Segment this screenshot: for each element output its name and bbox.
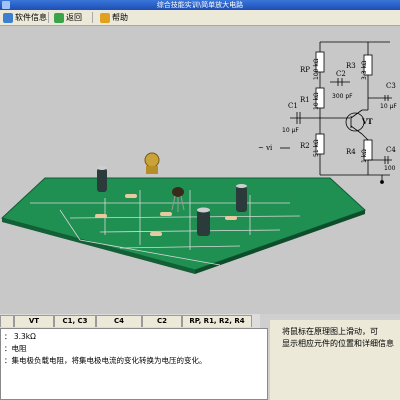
component-info-panel: ： 3.3kΩ ：电阻 ：集电极负载电阻，将集电极电流的变化转换为电压的变化。	[0, 328, 268, 400]
value-c3: 10 μF	[380, 103, 397, 110]
value-c2: 300 pF	[332, 93, 353, 100]
component-c1[interactable]	[97, 166, 107, 192]
toolbar: 软件信息 返回 帮助	[0, 10, 400, 26]
label-c3: C3	[386, 82, 396, 90]
component-c3[interactable]	[236, 184, 247, 212]
simulation-stage: RP R1 R2 R3 R4 C1 C2 C3 C4 VT ~ vi 100 k…	[0, 26, 400, 314]
title-bar: 综合技能实训\简单放大电路	[0, 0, 400, 10]
label-r2: R2	[300, 142, 310, 150]
tab-c1-c3[interactable]: C1, C3	[54, 315, 96, 327]
info-type: ：电阻	[4, 344, 27, 353]
toolbar-separator	[48, 12, 49, 23]
component-tabs: VT C1, C3 C4 C2 RP, R1, R2, R4	[0, 314, 260, 328]
label-c4: C4	[386, 146, 396, 154]
info-value: ： 3.3kΩ	[4, 332, 36, 341]
help-icon	[100, 12, 110, 23]
hint-line-2: 显示相应元件的位置和详细信息	[282, 339, 394, 348]
value-r3: 3.3 kΩ	[361, 60, 368, 80]
back-label: 返回	[66, 13, 82, 22]
tab-current[interactable]	[0, 315, 14, 327]
hint-panel: 将鼠标在原理图上滑动，可 显示相应元件的位置和详细信息	[270, 320, 400, 400]
tab-c4[interactable]: C4	[96, 315, 142, 327]
window-title: 综合技能实训\简单放大电路	[156, 1, 244, 9]
label-vi: ~ vi	[258, 144, 273, 152]
schematic-diagram[interactable]	[280, 41, 392, 184]
label-rp: RP	[300, 66, 310, 74]
value-r2: 51 kΩ	[313, 139, 320, 157]
value-rp: 100 kΩ	[313, 58, 320, 80]
value-r1: 10 kΩ	[313, 92, 320, 110]
label-r1: R1	[300, 96, 310, 104]
help-label: 帮助	[112, 13, 128, 22]
component-c4[interactable]	[197, 207, 210, 237]
stage-canvas: RP R1 R2 R3 R4 C1 C2 C3 C4 VT ~ vi 100 k…	[0, 41, 397, 274]
label-r3: R3	[346, 62, 356, 70]
label-vt: VT	[361, 117, 373, 126]
hint-line-1: 将鼠标在原理图上滑动，可	[282, 327, 378, 336]
toolbar-separator	[92, 12, 93, 23]
component-rp-potentiometer[interactable]	[144, 152, 160, 174]
help-button[interactable]: 帮助	[100, 11, 128, 24]
info-icon	[3, 12, 13, 23]
tab-vt[interactable]: VT	[14, 315, 54, 327]
value-c1: 10 μF	[282, 127, 299, 134]
app-icon	[2, 1, 10, 9]
tab-c2[interactable]: C2	[142, 315, 182, 327]
back-button[interactable]: 返回	[54, 11, 82, 24]
software-info-label: 软件信息	[15, 13, 47, 22]
back-arrow-icon	[54, 12, 64, 23]
value-r4: 1 kΩ	[361, 149, 368, 163]
label-c1: C1	[288, 102, 298, 110]
label-r4: R4	[346, 148, 356, 156]
software-info-button[interactable]: 软件信息	[3, 11, 47, 24]
value-c4: 100	[384, 165, 396, 172]
label-c2: C2	[336, 70, 346, 78]
tab-rp-r1-r2-r4[interactable]: RP, R1, R2, R4	[182, 315, 252, 327]
info-description: ：集电极负载电阻，将集电极电流的变化转换为电压的变化。	[4, 356, 207, 365]
